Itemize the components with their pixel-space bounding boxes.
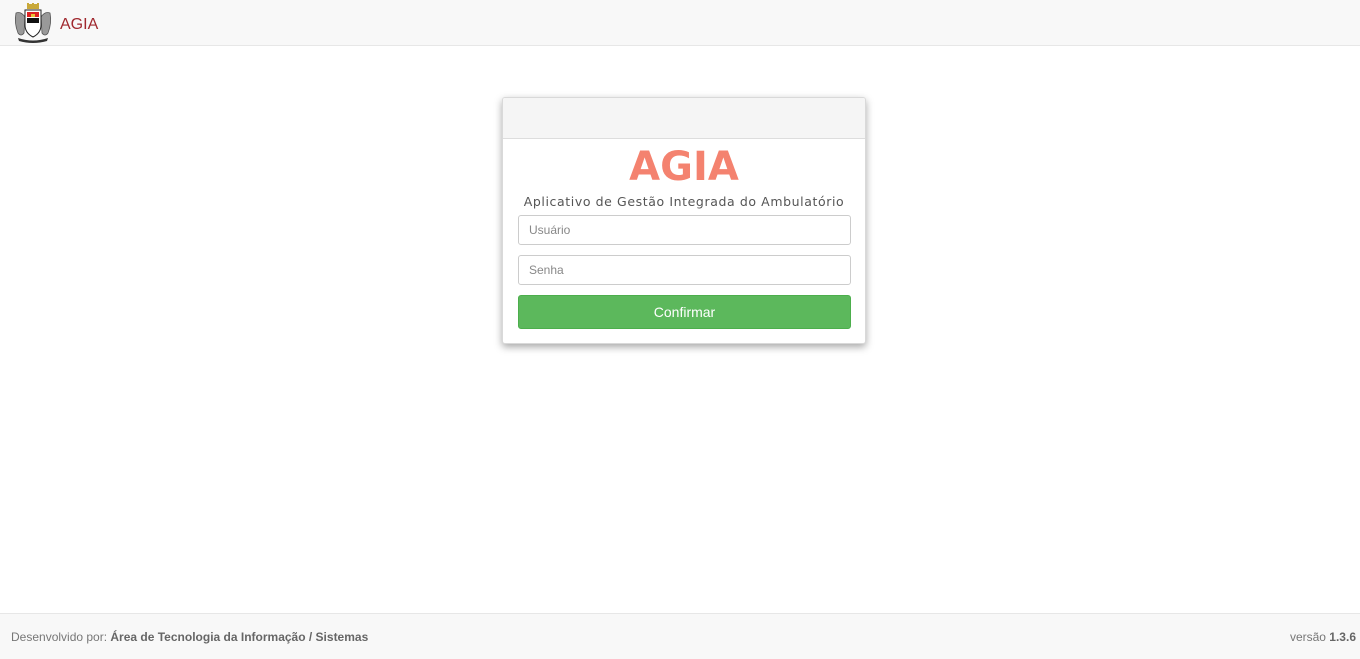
brand-name[interactable]: AGIA <box>60 15 98 35</box>
footer-version: versão 1.3.6 <box>1290 630 1356 644</box>
developed-by-value: Área de Tecnologia da Informação / Siste… <box>110 630 369 644</box>
coat-of-arms-icon[interactable] <box>12 3 54 43</box>
username-input[interactable] <box>518 215 851 245</box>
app-subtitle: Aplicativo de Gestão Integrada do Ambula… <box>523 194 845 209</box>
footer: Desenvolvido por: Área de Tecnologia da … <box>0 613 1360 659</box>
developed-by-label: Desenvolvido por: <box>11 630 111 644</box>
version-value: 1.3.6 <box>1329 630 1356 644</box>
app-title: AGIA <box>629 144 739 190</box>
password-input[interactable] <box>518 255 851 285</box>
navbar: AGIA <box>0 0 1360 46</box>
footer-credits: Desenvolvido por: Área de Tecnologia da … <box>11 630 368 644</box>
version-label: versão <box>1289 630 1330 644</box>
login-card: AGIA Aplicativo de Gestão Integrada do A… <box>502 97 866 344</box>
confirm-button[interactable]: Confirmar <box>518 295 851 329</box>
login-card-header <box>503 98 865 139</box>
